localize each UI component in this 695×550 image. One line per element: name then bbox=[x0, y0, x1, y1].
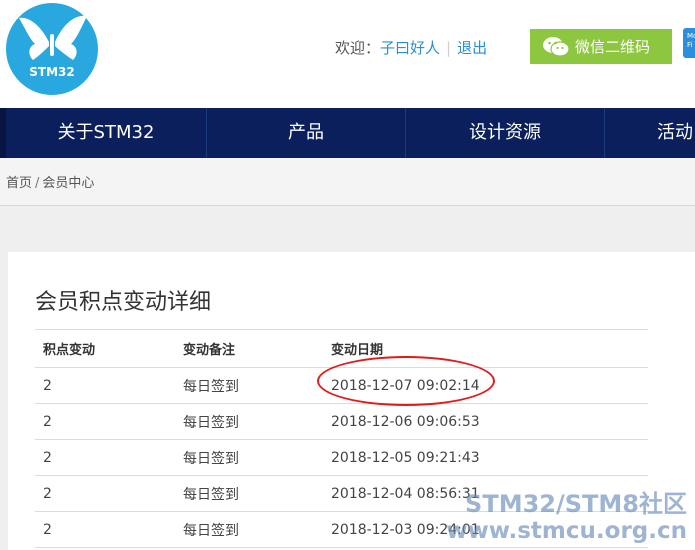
watermark-line-1: STM32/STM8社区 bbox=[465, 490, 687, 518]
wechat-icon bbox=[543, 36, 570, 57]
cell-change: 2 bbox=[43, 449, 52, 466]
user-separator: | bbox=[446, 39, 452, 57]
nav-item-products[interactable]: 产品 bbox=[206, 108, 405, 158]
watermark-line-2: www.stmcu.org.cn bbox=[446, 518, 687, 544]
cell-change: 2 bbox=[43, 485, 52, 502]
nav-item-design-resources[interactable]: 设计资源 bbox=[405, 108, 604, 158]
highlight-annotation-circle bbox=[317, 356, 495, 406]
nav-item-about[interactable]: 关于STM32 bbox=[0, 108, 206, 158]
cell-date: 2018-12-05 09:21:43 bbox=[331, 449, 480, 466]
column-header-change: 积点变动 bbox=[43, 343, 96, 358]
page-title: 会员积点变动详细 bbox=[35, 290, 212, 315]
wechat-button-label: 微信二维码 bbox=[575, 38, 651, 56]
column-header-date: 变动日期 bbox=[331, 343, 384, 358]
cell-date: 2018-12-06 09:06:53 bbox=[331, 413, 480, 430]
user-area: 欢迎：子曰好人 | 退出 bbox=[335, 38, 487, 58]
welcome-label: 欢迎： bbox=[335, 39, 381, 57]
cell-change: 2 bbox=[43, 377, 52, 394]
logo-text: STM32 bbox=[29, 65, 74, 79]
wechat-qrcode-button[interactable]: 微信二维码 bbox=[530, 29, 672, 64]
cell-note: 每日签到 bbox=[183, 378, 239, 395]
cell-note: 每日签到 bbox=[183, 486, 239, 503]
table-header-row: 积点变动 变动备注 变动日期 bbox=[35, 330, 648, 368]
cell-change: 2 bbox=[43, 413, 52, 430]
stm32-logo[interactable]: STM32 bbox=[5, 2, 99, 96]
breadcrumb-separator: / bbox=[35, 176, 40, 191]
logout-link[interactable]: 退出 bbox=[457, 39, 487, 57]
table-row: 2 每日签到 2018-12-05 09:21:43 bbox=[35, 440, 648, 476]
cell-note: 每日签到 bbox=[183, 450, 239, 467]
nav-item-events[interactable]: 活动 bbox=[604, 108, 695, 158]
mobile-app-badge[interactable]: Mo Fi bbox=[683, 28, 695, 58]
breadcrumb-current[interactable]: 会员中心 bbox=[42, 176, 94, 191]
main-nav: 关于STM32 产品 设计资源 活动 bbox=[0, 108, 695, 158]
username-link[interactable]: 子曰好人 bbox=[380, 39, 440, 57]
breadcrumb: 首页 / 会员中心 bbox=[0, 158, 695, 206]
breadcrumb-home[interactable]: 首页 bbox=[6, 176, 32, 191]
table-row: 2 每日签到 2018-12-06 09:06:53 bbox=[35, 404, 648, 440]
cell-note: 每日签到 bbox=[183, 414, 239, 431]
cell-change: 2 bbox=[43, 521, 52, 538]
butterfly-icon: STM32 bbox=[6, 3, 98, 95]
column-header-note: 变动备注 bbox=[183, 343, 236, 358]
site-header: STM32 欢迎：子曰好人 | 退出 微信二维码 Mo Fi bbox=[0, 0, 695, 108]
cell-note: 每日签到 bbox=[183, 522, 239, 539]
site-watermark: STM32/STM8社区 www.stmcu.org.cn bbox=[446, 490, 687, 544]
